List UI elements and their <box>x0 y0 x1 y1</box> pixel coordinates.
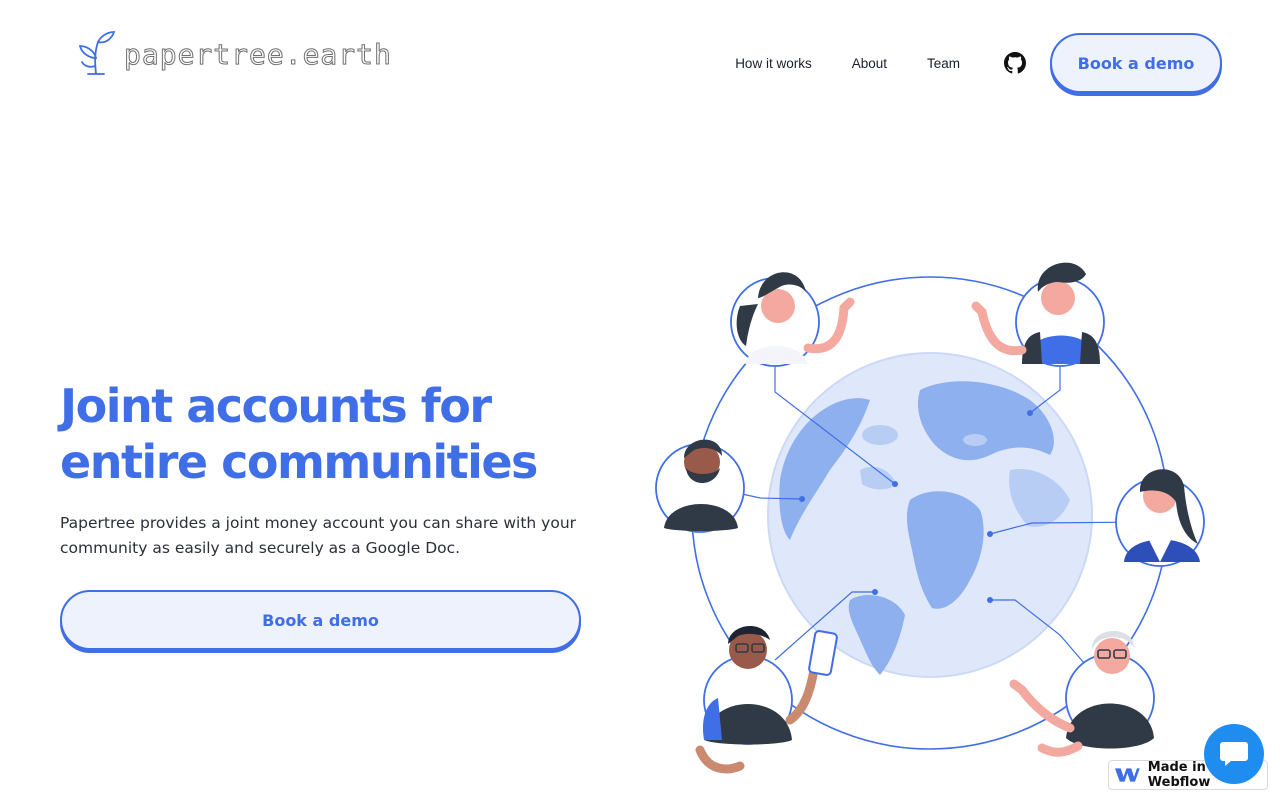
github-icon[interactable] <box>1004 52 1026 74</box>
person-avatar-1 <box>730 272 855 367</box>
webflow-icon <box>1115 768 1140 782</box>
person-avatar-2 <box>971 262 1105 367</box>
globe <box>767 352 1093 678</box>
header-book-demo-button[interactable]: Book a demo <box>1050 33 1222 93</box>
hero-subtitle: Papertree provides a joint money account… <box>60 514 577 557</box>
sprout-icon <box>78 31 116 75</box>
hero-title: Joint accounts for entire communities <box>60 378 620 490</box>
nav-about[interactable]: About <box>852 56 887 71</box>
hero-title-line-2: entire communities <box>60 435 538 489</box>
person-avatar-6 <box>1009 630 1155 757</box>
person-avatar-3 <box>655 439 745 533</box>
person-avatar-5 <box>695 626 838 774</box>
main-nav: How it works About Team Book a demo <box>735 33 1222 93</box>
globe-community-illustration <box>655 262 1205 774</box>
hero-book-demo-button[interactable]: Book a demo <box>60 590 581 650</box>
hero-title-line-1: Joint accounts for <box>60 379 492 433</box>
chat-widget-button[interactable] <box>1204 724 1264 784</box>
logo[interactable]: papertree.earth <box>76 28 392 76</box>
logo-text: papertree.earth <box>124 37 392 71</box>
nav-team[interactable]: Team <box>927 56 960 71</box>
nav-how-it-works[interactable]: How it works <box>735 56 812 71</box>
chat-bubble-icon <box>1220 742 1248 766</box>
person-avatar-4 <box>1115 469 1205 567</box>
